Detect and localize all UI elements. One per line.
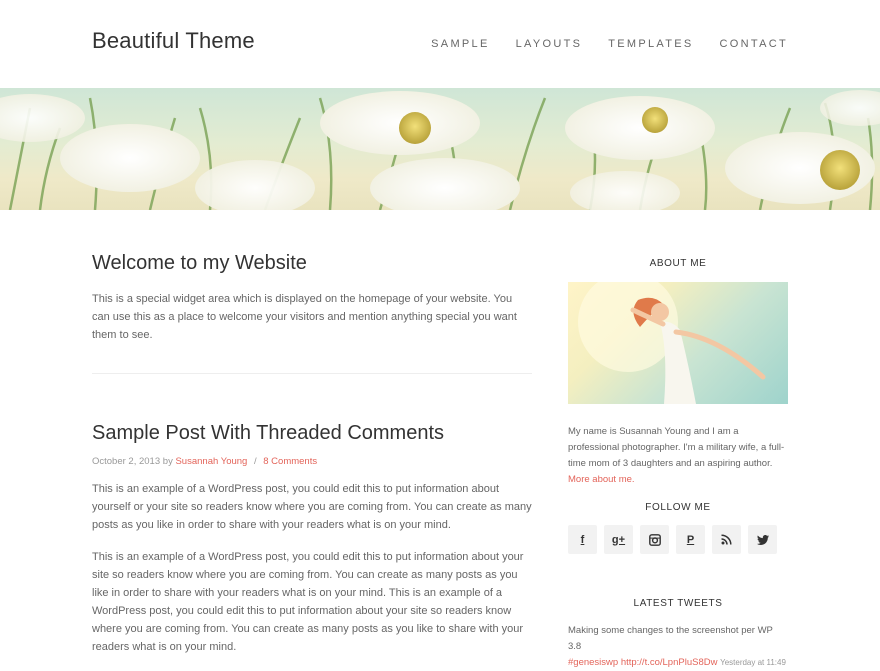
site-title[interactable]: Beautiful Theme bbox=[92, 28, 255, 54]
nav-item-sample[interactable]: SAMPLE bbox=[431, 38, 489, 50]
nav-item-contact[interactable]: CONTACT bbox=[720, 38, 788, 50]
welcome-text: This is a special widget area which is d… bbox=[92, 293, 517, 341]
about-me-text: My name is Susannah Young and I am a pro… bbox=[568, 424, 788, 488]
main-nav: SAMPLE LAYOUTS TEMPLATES CONTACT bbox=[405, 38, 788, 50]
welcome-widget: Welcome to my Website This is a special … bbox=[92, 250, 532, 344]
rss-button[interactable] bbox=[712, 525, 741, 554]
facebook-icon: f bbox=[580, 533, 585, 546]
rss-icon bbox=[721, 534, 732, 545]
twitter-icon bbox=[756, 534, 769, 545]
about-me-title: ABOUT ME bbox=[649, 258, 707, 269]
instagram-icon bbox=[648, 533, 661, 546]
about-me-description: My name is Susannah Young and I am a pro… bbox=[568, 426, 785, 469]
google-plus-button[interactable]: g+ bbox=[604, 525, 633, 554]
woman-photo-illustration bbox=[578, 282, 766, 404]
meta-separator: / bbox=[253, 456, 257, 467]
about-me-photo bbox=[568, 282, 788, 404]
post-comments-link[interactable]: 8 Comments bbox=[263, 456, 317, 467]
content-divider bbox=[92, 373, 532, 374]
post-paragraph: This is an example of a WordPress post, … bbox=[92, 483, 532, 531]
twitter-button[interactable] bbox=[748, 525, 777, 554]
tweet-timestamp[interactable]: Yesterday at 11:49 bbox=[720, 658, 786, 667]
tweet-text: Making some changes to the screenshot pe… bbox=[568, 625, 773, 652]
daisy-illustration bbox=[0, 90, 880, 210]
post-meta: October 2, 2013 by Susannah Young / 8 Co… bbox=[92, 456, 532, 467]
pinterest-icon: P bbox=[686, 533, 695, 546]
tweet-url-link[interactable]: http://t.co/LpnPluS8Dw bbox=[621, 657, 718, 668]
welcome-title: Welcome to my Website bbox=[92, 252, 307, 274]
more-about-me-link[interactable]: More about me. bbox=[568, 474, 635, 485]
social-icons: f g+ P bbox=[568, 525, 788, 554]
post-author-link[interactable]: Susannah Young bbox=[175, 456, 247, 467]
nav-item-layouts[interactable]: LAYOUTS bbox=[516, 38, 583, 50]
site-header: Beautiful Theme SAMPLE LAYOUTS TEMPLATES… bbox=[0, 0, 880, 88]
post-title[interactable]: Sample Post With Threaded Comments bbox=[92, 420, 532, 446]
pinterest-button[interactable]: P bbox=[676, 525, 705, 554]
tweet-item: Making some changes to the screenshot pe… bbox=[568, 623, 788, 671]
post-paragraph: This is an example of a WordPress post, … bbox=[92, 551, 524, 653]
header-banner-image bbox=[0, 88, 880, 210]
latest-tweets-title: LATEST TWEETS bbox=[633, 598, 723, 609]
facebook-button[interactable]: f bbox=[568, 525, 597, 554]
tweet-hashtag-link[interactable]: #genesiswp bbox=[568, 657, 618, 668]
post-date: October 2, 2013 bbox=[92, 456, 161, 467]
blog-post: Sample Post With Threaded Comments Octob… bbox=[92, 420, 532, 656]
google-plus-icon: g+ bbox=[611, 533, 626, 546]
post-by-label: by bbox=[162, 456, 173, 467]
nav-item-templates[interactable]: TEMPLATES bbox=[608, 38, 693, 50]
follow-me-title: FOLLOW ME bbox=[645, 502, 711, 513]
instagram-button[interactable] bbox=[640, 525, 669, 554]
sidebar: ABOUT ME My name is Susannah Young and I… bbox=[568, 258, 788, 671]
